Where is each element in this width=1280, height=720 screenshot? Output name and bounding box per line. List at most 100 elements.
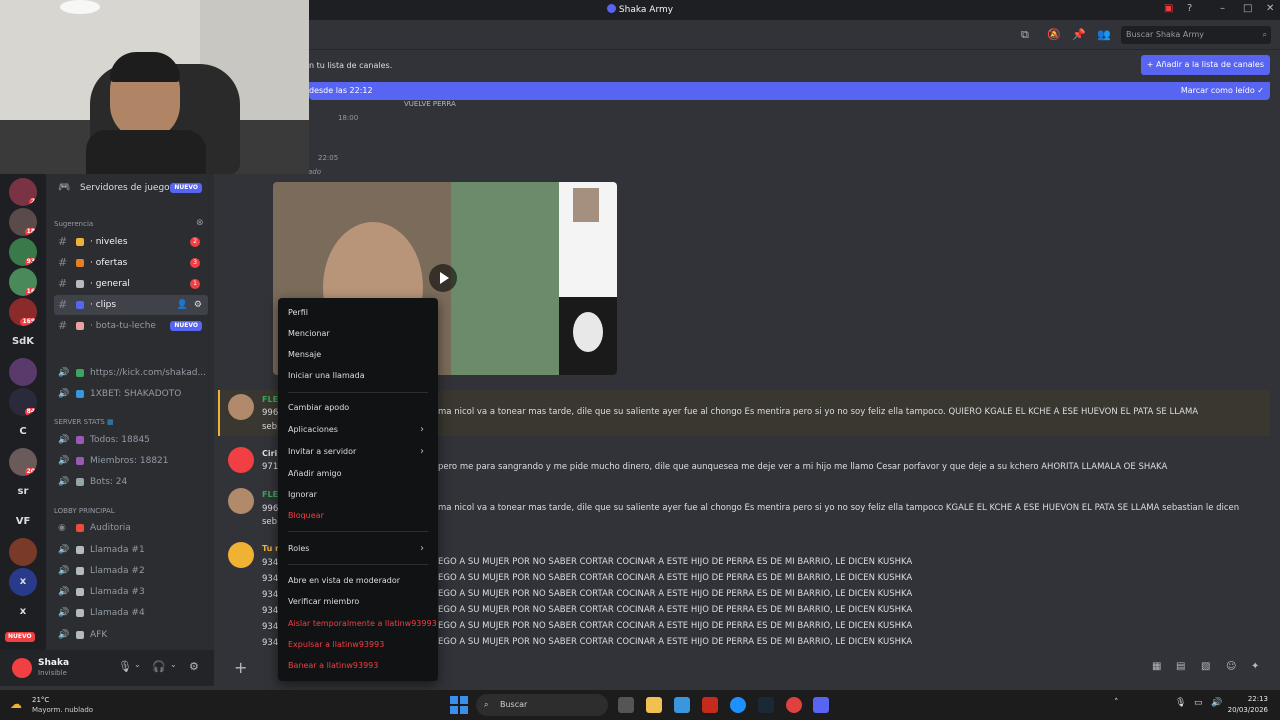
menu-item-invite[interactable]: Invitar a servidor › [284, 442, 432, 461]
add-attachment-icon[interactable]: + [234, 658, 247, 677]
add-to-channel-list-button[interactable]: + Añadir a la lista de canales [1140, 55, 1270, 75]
invite-icon[interactable]: 👤 [177, 295, 188, 315]
username[interactable]: FLE [262, 395, 278, 404]
help-icon[interactable]: ? [1187, 3, 1192, 14]
members-icon[interactable]: 👥 [1097, 28, 1111, 41]
avatar[interactable] [228, 542, 254, 568]
maximize-icon[interactable]: □ [1243, 3, 1252, 14]
avatar[interactable] [12, 658, 32, 678]
play-icon[interactable] [429, 264, 457, 292]
server-icon[interactable] [9, 538, 37, 566]
emoji-icon[interactable]: ☺ [1226, 661, 1236, 672]
server-icon[interactable]: 18 [9, 208, 37, 236]
microphone-icon[interactable]: 🎙 [1175, 698, 1186, 708]
voice-llamada-1[interactable]: 🔊 Llamada #1 [54, 540, 208, 560]
server-icon[interactable]: 84 [9, 388, 37, 416]
volume-icon[interactable]: 🔊 [1211, 698, 1222, 708]
category-header[interactable]: SERVER STATS ▦ [54, 418, 114, 426]
game-servers-item[interactable]: 🎮 Servidores de juegos NUEVO [54, 178, 208, 198]
gif-icon[interactable]: ▤ [1176, 661, 1185, 672]
voice-llamada-4[interactable]: 🔊 Llamada #4 [54, 603, 208, 623]
channel-1xbet[interactable]: 🔊 1XBET: SHAKADOTO [54, 384, 208, 404]
menu-item-ignore[interactable]: Ignorar [284, 485, 432, 504]
server-icon[interactable]: 169 [9, 298, 37, 326]
temperature[interactable]: 21°C [32, 696, 49, 704]
task-view-icon[interactable] [618, 697, 634, 713]
stat-todos[interactable]: 🔊 Todos: 18845 [54, 430, 208, 450]
voice-llamada-2[interactable]: 🔊 Llamada #2 [54, 561, 208, 581]
menu-item-change-nickname[interactable]: Cambiar apodo [284, 398, 432, 417]
weather-condition[interactable]: Mayorm. nublado [32, 706, 93, 714]
mark-read-button[interactable]: Marcar como leído ✓ [1181, 82, 1264, 100]
sticker-icon[interactable]: ▧ [1201, 661, 1210, 672]
server-icon[interactable]: 20 [9, 448, 37, 476]
username[interactable]: FLE [262, 490, 278, 499]
voice-llamada-3[interactable]: 🔊 Llamada #3 [54, 582, 208, 602]
discord-icon[interactable] [813, 697, 829, 713]
avatar[interactable] [228, 488, 254, 514]
close-icon[interactable]: ✕ [1266, 3, 1274, 14]
microphone-icon[interactable]: 🎙 [118, 660, 132, 673]
avatar[interactable] [228, 447, 254, 473]
avatar[interactable] [228, 394, 254, 420]
file-explorer-icon[interactable] [646, 697, 662, 713]
minimize-icon[interactable]: – [1220, 3, 1225, 14]
stat-miembros[interactable]: 🔊 Miembros: 18821 [54, 451, 208, 471]
channel-niveles[interactable]: # · niveles 2 [54, 232, 208, 252]
category-header[interactable]: Sugerencia [54, 220, 93, 228]
windows-start-icon[interactable] [450, 696, 468, 714]
gift-icon[interactable]: ▦ [1152, 661, 1161, 672]
menu-item-mention[interactable]: Mencionar [284, 324, 432, 343]
threads-icon[interactable]: ⧉ [1021, 28, 1029, 42]
menu-item-verify[interactable]: Verificar miembro [284, 592, 432, 611]
search-input[interactable]: Buscar Shaka Army ⌕ [1121, 26, 1271, 44]
menu-item-apps[interactable]: Aplicaciones › [284, 420, 432, 439]
user-name[interactable]: Shaka [38, 658, 69, 668]
server-icon[interactable]: SdK [9, 328, 37, 356]
channel-clips[interactable]: # · clips 👤 ⚙ [54, 295, 208, 315]
voice-auditoria[interactable]: ◉ Auditoria [54, 518, 208, 538]
settings-icon[interactable]: ⚙ [194, 295, 202, 315]
clock-time[interactable]: 22:13 [1248, 695, 1268, 703]
username[interactable]: Ciri [262, 449, 277, 458]
server-icon[interactable]: 93 [9, 238, 37, 266]
server-icon[interactable]: C [9, 418, 37, 446]
pin-icon[interactable]: 📌 [1072, 28, 1086, 41]
chevron-down-icon[interactable]: ⌄ [170, 660, 177, 669]
steam-icon[interactable] [758, 697, 774, 713]
server-icon[interactable]: 2 [9, 178, 37, 206]
chevron-down-icon[interactable]: ⌄ [134, 660, 141, 669]
menu-item-add-friend[interactable]: Añadir amigo [284, 464, 432, 483]
settings-icon[interactable]: ⚙ [189, 660, 199, 673]
menu-item-roles[interactable]: Roles › [284, 539, 432, 558]
server-icon[interactable]: x [9, 598, 37, 626]
weather-icon[interactable]: ☁ [10, 697, 22, 711]
menu-item-ban[interactable]: Banear a llatinw93993 [284, 656, 432, 675]
menu-item-profile[interactable]: Perfil [284, 303, 432, 322]
app-icon[interactable] [702, 697, 718, 713]
menu-item-timeout[interactable]: Aislar temporalmente a llatinw93993 [284, 614, 437, 633]
network-icon[interactable]: ▭ [1194, 698, 1203, 708]
category-header[interactable]: LOBBY PRINCIPAL [54, 507, 115, 515]
channel-general[interactable]: # · general 1 [54, 274, 208, 294]
server-icon[interactable]: VF [9, 508, 37, 536]
menu-item-kick[interactable]: Expulsar a llatinw93993 [284, 635, 432, 654]
channel-kick-link[interactable]: 🔊 https://kick.com/shakad... [54, 363, 208, 383]
stat-bots[interactable]: 🔊 Bots: 24 [54, 472, 208, 492]
channel-ofertas[interactable]: # · ofertas 3 [54, 253, 208, 273]
clock-date[interactable]: 20/03/2026 [1228, 706, 1268, 714]
copilot-icon[interactable] [674, 697, 690, 713]
apps-icon[interactable]: ✦ [1251, 661, 1259, 672]
server-icon[interactable]: 16 [9, 268, 37, 296]
menu-item-call[interactable]: Iniciar una llamada [284, 366, 432, 385]
server-icon[interactable]: sr [9, 478, 37, 506]
menu-item-block[interactable]: Bloquear [284, 506, 432, 525]
dismiss-icon[interactable]: ⊗ [196, 218, 204, 228]
menu-item-message[interactable]: Mensaje [284, 345, 432, 364]
server-icon[interactable] [9, 358, 37, 386]
menu-item-mod-view[interactable]: Abre en vista de moderador [284, 571, 432, 590]
inbox-icon[interactable]: ▣ [1164, 3, 1173, 14]
obs-icon[interactable] [786, 697, 802, 713]
server-icon[interactable]: x [9, 568, 37, 596]
browser-icon[interactable] [730, 697, 746, 713]
